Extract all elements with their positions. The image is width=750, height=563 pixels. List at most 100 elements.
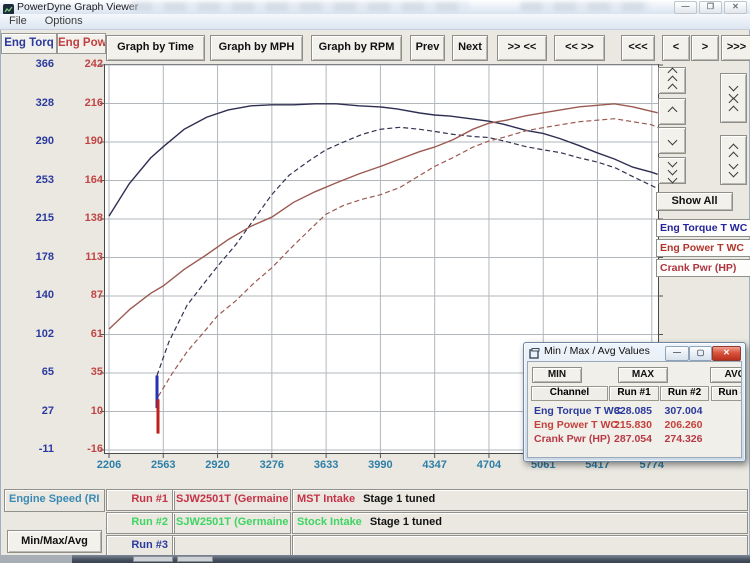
rpm-tick: 3276 xyxy=(246,458,298,472)
minmax-row-run1-value: 328.085 xyxy=(609,405,657,418)
minmax-column-header: Run #1 xyxy=(609,386,659,401)
rpm-tick: 2920 xyxy=(192,458,244,472)
power-tick: 164 xyxy=(60,173,103,187)
toolbar-button-5[interactable]: >> << xyxy=(497,35,547,61)
legend-item-0[interactable]: Eng Torque T WC xyxy=(656,219,750,237)
x-axis-channel-label[interactable]: Engine Speed (RI xyxy=(4,489,105,512)
power-tick: 190 xyxy=(60,134,103,148)
minmax-row-run3-value xyxy=(711,405,742,418)
toolbar-button-10[interactable]: >>> xyxy=(721,35,750,61)
minmax-row-run2-value: 274.326 xyxy=(660,433,707,446)
minmax-row-run2-value: 307.004 xyxy=(660,405,707,418)
run-car-3[interactable] xyxy=(172,535,291,557)
titlebar-smudge xyxy=(520,2,650,11)
torque-tick: -11 xyxy=(8,442,54,456)
run-label-1[interactable]: Run #1 xyxy=(106,489,175,511)
torque-tick: 290 xyxy=(8,134,54,148)
series-eng-torque-t-wc-run-2 xyxy=(157,127,658,375)
run-stage-label: Stage 1 tuned xyxy=(355,493,435,505)
torque-axis-header[interactable]: Eng Torq xyxy=(1,33,57,54)
toolbar-button-9[interactable]: > xyxy=(691,35,719,61)
minmax-values-window[interactable]: Min / Max / Avg Values — ▢ ✕ MINMAXAVGCh… xyxy=(523,342,746,462)
series-eng-power-t-wc-crank-pwr-run-1 xyxy=(109,104,658,329)
minmax-row-run3-value xyxy=(711,419,742,432)
title-bar: PowerDyne Graph Viewer — ❐ ✕ xyxy=(0,0,750,15)
toolbar-button-1[interactable]: Graph by MPH xyxy=(210,35,303,61)
run-label-3[interactable]: Run #3 xyxy=(106,535,175,557)
chevron-up-icon xyxy=(667,84,677,94)
minmax-maximize-button[interactable]: ▢ xyxy=(689,346,712,361)
minimize-button[interactable]: — xyxy=(674,1,697,14)
restore-button[interactable]: ❐ xyxy=(699,1,722,14)
minmax-mode-max-button[interactable]: MAX xyxy=(618,367,668,383)
menu-item-options[interactable]: Options xyxy=(36,14,92,27)
toolbar-button-6[interactable]: << >> xyxy=(554,35,605,61)
minmax-mode-min-button[interactable]: MIN xyxy=(532,367,582,383)
minmax-window-title: Min / Max / Avg Values xyxy=(544,345,650,357)
rpm-tick: 2206 xyxy=(83,458,135,472)
show-all-button[interactable]: Show All xyxy=(656,192,733,211)
power-tick: 61 xyxy=(60,327,103,341)
run-label-2[interactable]: Run #2 xyxy=(106,512,175,534)
run-desc-2[interactable]: Stock IntakeStage 1 tuned xyxy=(292,512,748,534)
toolbar-button-3[interactable]: Prev xyxy=(410,35,445,61)
torque-tick: 328 xyxy=(8,96,54,110)
chevron-down-icon xyxy=(667,136,677,146)
torque-tick: 215 xyxy=(8,211,54,225)
minmax-row-run1-value: 287.054 xyxy=(609,433,657,446)
toolbar-button-2[interactable]: Graph by RPM xyxy=(311,35,402,61)
torque-tick: 178 xyxy=(8,250,54,264)
torque-tick: 27 xyxy=(8,404,54,418)
run-desc-3[interactable] xyxy=(292,535,748,557)
minmax-close-button[interactable]: ✕ xyxy=(712,346,741,361)
torque-tick: 102 xyxy=(8,327,54,341)
legend-item-2[interactable]: Crank Pwr (HP) xyxy=(656,259,750,277)
zoom-in-vertical-button[interactable] xyxy=(720,73,747,123)
rpm-tick: 4704 xyxy=(463,458,515,472)
toolbar-button-0[interactable]: Graph by Time xyxy=(106,35,205,61)
run-mod-label: Stock Intake xyxy=(297,516,362,528)
zoom-out-vertical-button[interactable] xyxy=(720,135,747,185)
scroll-down-button[interactable] xyxy=(658,127,686,154)
power-axis-header[interactable]: Eng Powe xyxy=(57,33,106,54)
run-mod-label: MST Intake xyxy=(297,493,355,505)
scroll-up-fast-button[interactable] xyxy=(658,67,686,94)
taskbar-strip[interactable] xyxy=(0,555,750,563)
run-desc-1[interactable]: MST IntakeStage 1 tuned xyxy=(292,489,748,511)
scroll-up-button[interactable] xyxy=(658,98,686,125)
taskbar-tab[interactable] xyxy=(177,556,213,562)
minmax-avg-button[interactable]: Min/Max/Avg xyxy=(7,530,102,553)
rpm-tick: 3990 xyxy=(354,458,406,472)
torque-tick: 253 xyxy=(8,173,54,187)
minmax-row-run3-value xyxy=(711,433,742,446)
legend-item-1[interactable]: Eng Power T WC xyxy=(656,239,750,257)
torque-tick: 366 xyxy=(8,57,54,71)
window-title: PowerDyne Graph Viewer xyxy=(17,1,138,13)
chevron-down-icon xyxy=(667,174,677,184)
run-stage-label: Stage 1 tuned xyxy=(362,516,442,528)
minmax-mode-avg-button[interactable]: AVG xyxy=(710,367,742,383)
scroll-down-fast-button[interactable] xyxy=(658,157,686,184)
taskbar-tab[interactable] xyxy=(133,556,173,562)
run-car-2[interactable]: SJW2501T (Germaine xyxy=(172,512,291,534)
power-tick: 242 xyxy=(60,57,103,71)
chevron-up-icon xyxy=(667,107,677,117)
menu-bar: FileOptions xyxy=(0,14,750,30)
power-tick: 87 xyxy=(60,288,103,302)
minmax-row-run2-value: 206.260 xyxy=(660,419,707,432)
power-tick: 10 xyxy=(60,404,103,418)
toolbar-button-4[interactable]: Next xyxy=(452,35,488,61)
power-tick: 35 xyxy=(60,365,103,379)
close-button[interactable]: ✕ xyxy=(724,1,747,14)
run-stage-label xyxy=(297,539,305,551)
rpm-tick: 3633 xyxy=(300,458,352,472)
power-tick: -16 xyxy=(60,442,103,456)
menu-item-file[interactable]: File xyxy=(0,14,36,27)
minmax-minimize-button[interactable]: — xyxy=(665,346,689,361)
run-car-1[interactable]: SJW2501T (Germaine xyxy=(172,489,291,511)
app-icon xyxy=(3,2,14,13)
toolbar-button-7[interactable]: <<< xyxy=(621,35,655,61)
toolbar-button-8[interactable]: < xyxy=(662,35,690,61)
series-eng-torque-t-wc-run-1 xyxy=(109,104,658,216)
minmax-row-run1-value: 215.830 xyxy=(609,419,657,432)
